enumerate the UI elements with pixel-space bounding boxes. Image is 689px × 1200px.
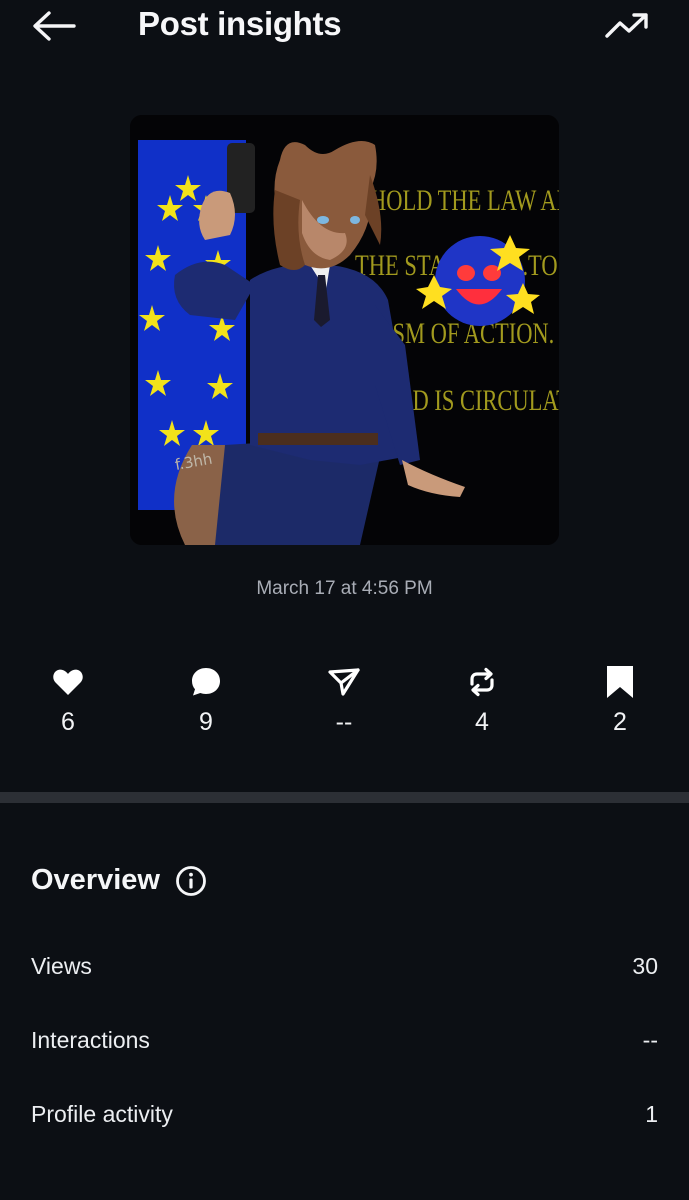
likes-stat[interactable]: 6 xyxy=(23,662,113,737)
likes-count: 6 xyxy=(61,708,75,736)
post-image[interactable]: HOLD THE LAW AND THE STATE, LA...TO ISM … xyxy=(130,115,559,545)
share-icon xyxy=(328,668,360,696)
arrow-left-icon xyxy=(33,11,76,41)
trending-button[interactable] xyxy=(600,6,654,46)
sign-line-1: HOLD THE LAW AND xyxy=(370,183,559,217)
section-divider xyxy=(0,792,689,803)
reposts-stat[interactable]: 4 xyxy=(437,662,527,737)
back-button[interactable] xyxy=(30,6,78,46)
metric-row-interactions[interactable]: Interactions -- xyxy=(31,1020,658,1060)
bookmark-icon xyxy=(607,666,633,698)
engagement-stats: 6 9 -- 4 2 xyxy=(0,662,689,752)
saves-count: 2 xyxy=(613,708,627,736)
saves-stat[interactable]: 2 xyxy=(575,662,665,737)
post-timestamp: March 17 at 4:56 PM xyxy=(256,578,433,599)
info-icon xyxy=(176,866,206,896)
info-button[interactable] xyxy=(175,865,207,897)
comment-icon xyxy=(192,668,220,696)
metric-label: Interactions xyxy=(31,1026,150,1053)
comments-stat[interactable]: 9 xyxy=(161,662,251,737)
comments-count: 9 xyxy=(199,708,213,736)
metric-row-profile-activity[interactable]: Profile activity 1 xyxy=(31,1094,658,1134)
metric-label: Views xyxy=(31,952,92,979)
metric-row-views[interactable]: Views 30 xyxy=(31,946,658,986)
metric-label: Profile activity xyxy=(31,1100,173,1127)
post-insights-screen: Post insights HOLD THE LAW A THE ISM OF … xyxy=(0,0,689,1200)
page-title: Post insights xyxy=(138,5,342,42)
metric-value: -- xyxy=(642,1026,658,1053)
heart-icon xyxy=(53,669,83,695)
trending-up-icon xyxy=(605,13,648,38)
overview-title: Overview xyxy=(31,864,160,896)
sign-line-4: OD IS CIRCULATION xyxy=(396,383,559,417)
shares-count: -- xyxy=(335,708,353,736)
header: Post insights xyxy=(0,0,689,56)
repost-icon xyxy=(470,667,494,697)
metric-value: 1 xyxy=(645,1100,658,1127)
reposts-count: 4 xyxy=(475,708,489,736)
shares-stat[interactable]: -- xyxy=(299,662,389,737)
metric-value: 30 xyxy=(632,952,658,979)
